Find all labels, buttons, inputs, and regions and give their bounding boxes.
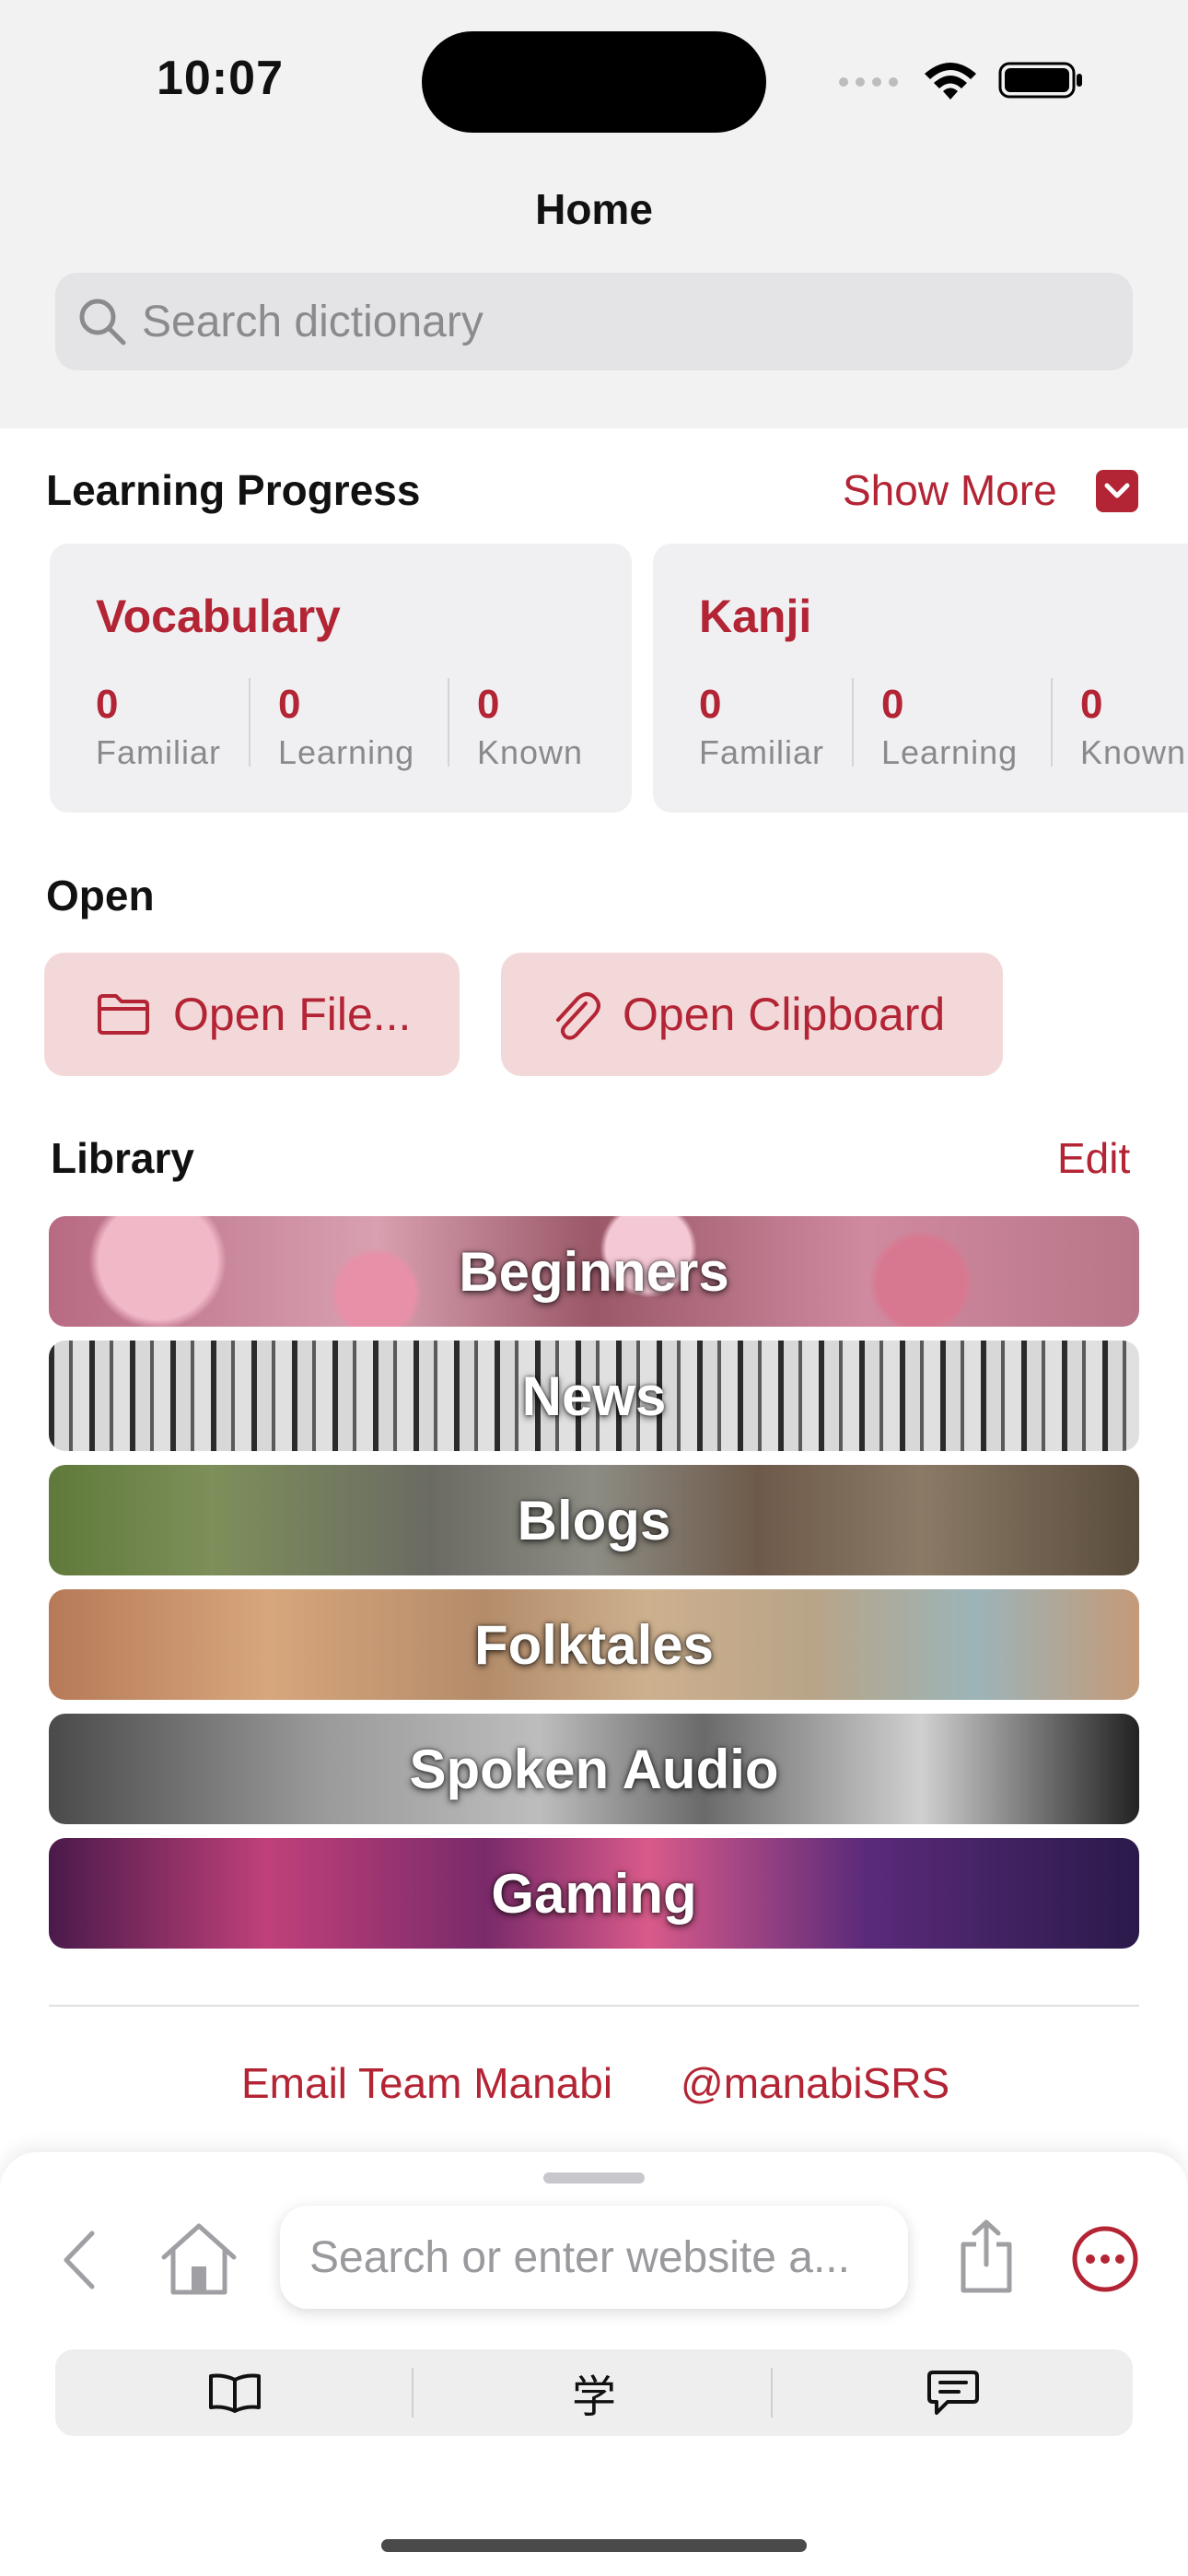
page-title: Home: [535, 185, 653, 233]
learn-tab-glyph: 学: [571, 2371, 616, 2423]
card-title: Vocabulary: [96, 591, 341, 642]
stat-divider: [852, 678, 854, 767]
library-item-gaming[interactable]: Gaming: [49, 1838, 1139, 1949]
search-icon: [79, 299, 126, 345]
stat-divider: [448, 678, 449, 767]
back-icon[interactable]: [57, 2228, 103, 2292]
dictionary-search-field[interactable]: Search dictionary: [55, 273, 1133, 370]
stat-value: 0: [278, 682, 301, 727]
tab-reader[interactable]: [55, 2349, 414, 2436]
stat-value: 0: [96, 682, 119, 727]
stat-learning: 0 Learning: [881, 682, 1018, 774]
segment-divider: [771, 2368, 773, 2418]
stat-learning: 0 Learning: [278, 682, 414, 774]
home-indicator[interactable]: [381, 2539, 807, 2552]
stat-label: Learning: [881, 733, 1019, 771]
share-icon[interactable]: [956, 2217, 1017, 2294]
url-placeholder: Search or enter website a...: [309, 2232, 850, 2282]
learning-progress-title: Learning Progress: [46, 466, 421, 514]
status-time: 10:07: [157, 52, 284, 105]
stat-label: Familiar: [96, 733, 222, 771]
library-item-label: Blogs: [517, 1489, 671, 1551]
sheet-grabber[interactable]: [543, 2172, 645, 2184]
library-item-label: News: [521, 1364, 667, 1427]
book-icon: [209, 2373, 261, 2413]
open-clipboard-button[interactable]: Open Clipboard: [501, 953, 1003, 1076]
vocabulary-progress-card[interactable]: Vocabulary 0 Familiar 0 Learning 0 Known: [50, 544, 632, 813]
battery-icon: [998, 62, 1082, 99]
library-item-blogs[interactable]: Blogs: [49, 1465, 1139, 1575]
stat-known: 0 Known: [477, 682, 583, 774]
stat-label: Learning: [278, 733, 415, 771]
stat-value: 0: [699, 682, 722, 727]
stat-label: Known: [477, 733, 584, 771]
segment-divider: [412, 2368, 413, 2418]
library-item-label: Spoken Audio: [409, 1738, 779, 1800]
footer-divider: [49, 2005, 1139, 2007]
library-item-spoken-audio[interactable]: Spoken Audio: [49, 1714, 1139, 1824]
open-file-button[interactable]: Open File...: [44, 953, 460, 1076]
chat-bubble-icon: [927, 2371, 979, 2415]
wifi-icon: [925, 63, 976, 100]
library-item-label: Beginners: [459, 1240, 729, 1303]
stat-familiar: 0 Familiar: [96, 682, 221, 774]
library-edit-button[interactable]: Edit: [1057, 1133, 1130, 1183]
browser-url-field[interactable]: Search or enter website a...: [280, 2206, 908, 2309]
stat-value: 0: [1080, 682, 1103, 727]
open-clipboard-label: Open Clipboard: [623, 989, 946, 1040]
chevron-down-icon[interactable]: [1096, 470, 1138, 512]
library-title: Library: [51, 1134, 194, 1182]
library-item-news[interactable]: News: [49, 1341, 1139, 1451]
email-team-link[interactable]: Email Team Manabi: [241, 2058, 612, 2108]
stat-label: Familiar: [699, 733, 825, 771]
stat-label: Known: [1080, 733, 1187, 771]
dynamic-island: [422, 31, 766, 133]
tab-chat[interactable]: [774, 2349, 1133, 2436]
open-file-label: Open File...: [173, 989, 412, 1040]
stat-divider: [249, 678, 250, 767]
tab-learn[interactable]: 学: [414, 2349, 774, 2436]
browser-bottom-sheet: Search or enter website a... 学: [0, 2152, 1188, 2576]
library-item-label: Gaming: [491, 1862, 697, 1925]
stat-familiar: 0 Familiar: [699, 682, 824, 774]
library-item-folktales[interactable]: Folktales: [49, 1589, 1139, 1700]
card-title: Kanji: [699, 591, 812, 642]
bottom-tab-segment: 学: [55, 2349, 1133, 2436]
library-item-label: Folktales: [473, 1613, 715, 1676]
stat-value: 0: [477, 682, 500, 727]
cellular-signal-icon: [839, 77, 898, 87]
stat-divider: [1051, 678, 1053, 767]
stat-known: 0 Known: [1080, 682, 1188, 774]
kanji-progress-card[interactable]: Kanji 0 Familiar 0 Learning 0 Known: [653, 544, 1188, 813]
folder-icon: [98, 994, 149, 1035]
home-icon[interactable]: [158, 2220, 239, 2296]
show-more-button[interactable]: Show More: [843, 465, 1057, 515]
status-icons: [838, 57, 1085, 103]
twitter-link[interactable]: @manabiSRS: [681, 2058, 949, 2108]
paperclip-icon: [556, 992, 600, 1040]
status-bar: 10:07: [0, 0, 1188, 166]
more-options-icon[interactable]: [1070, 2224, 1140, 2294]
stat-value: 0: [881, 682, 904, 727]
open-section-title: Open: [46, 872, 155, 919]
library-item-beginners[interactable]: Beginners: [49, 1216, 1139, 1327]
search-placeholder: Search dictionary: [142, 297, 483, 346]
